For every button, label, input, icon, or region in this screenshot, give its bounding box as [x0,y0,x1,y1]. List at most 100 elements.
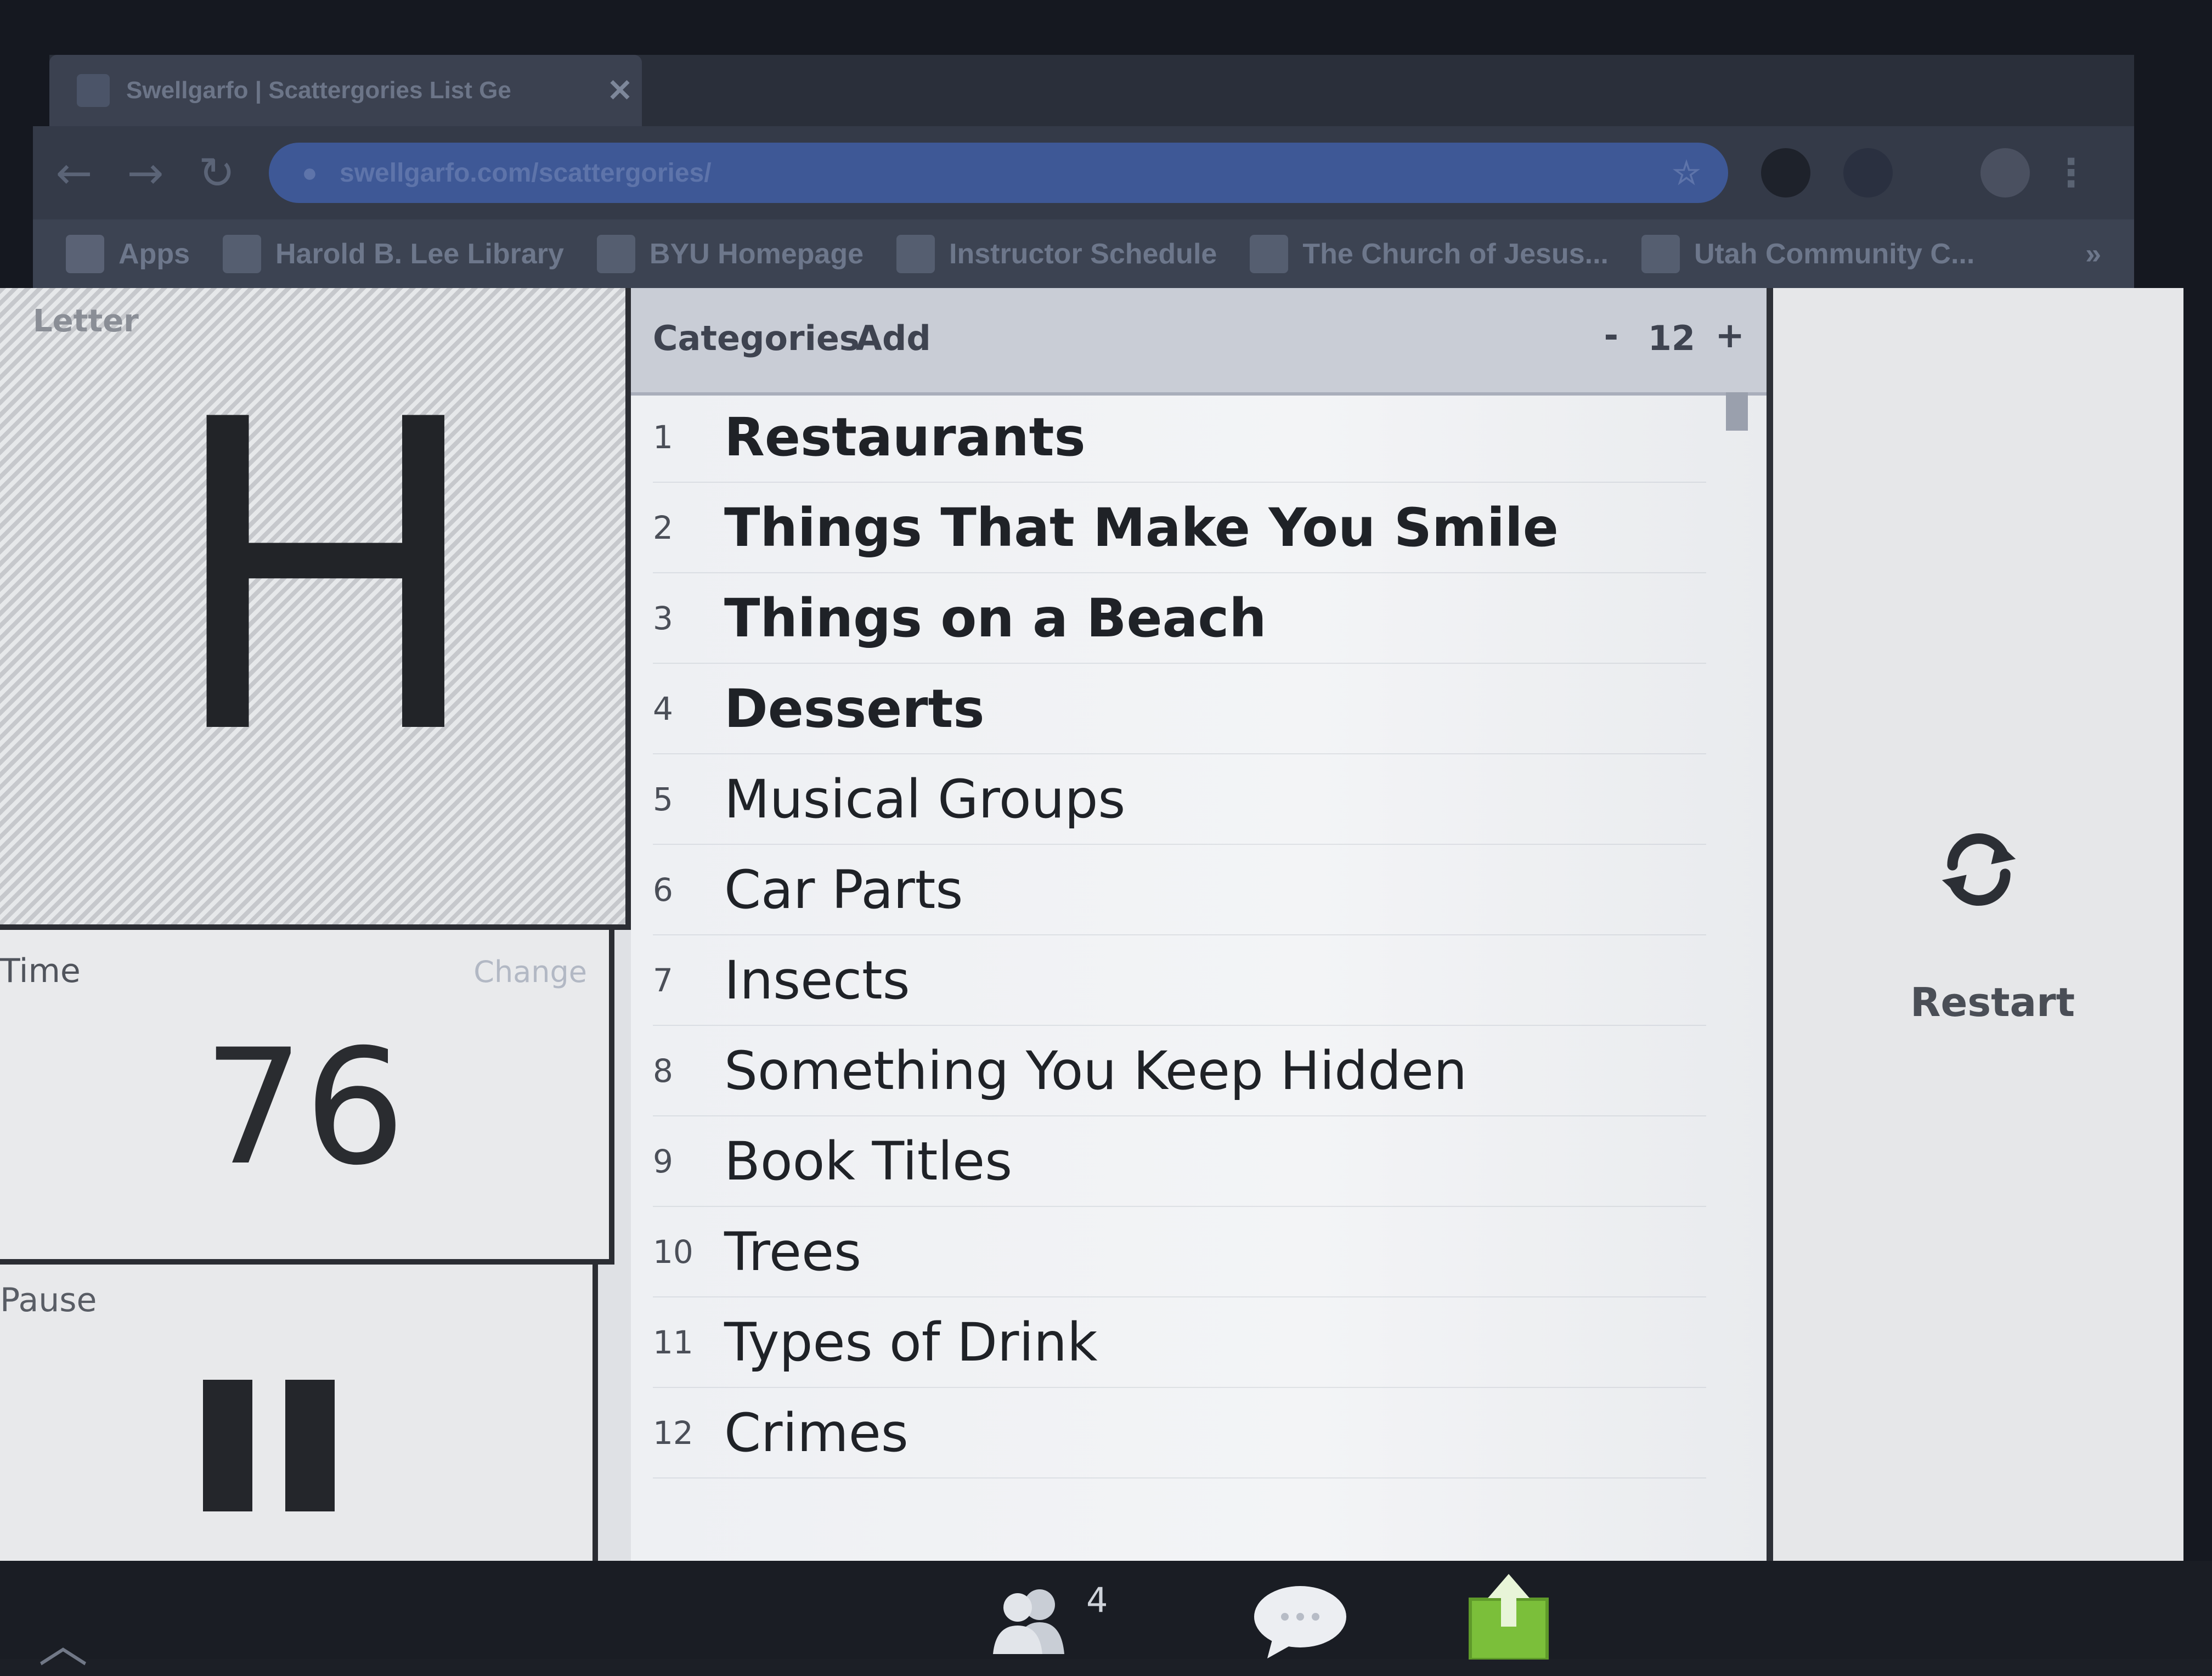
decrease-count-button[interactable]: - [1604,315,1618,356]
screen: Swellgarfo | Scattergories List Ge ✕ ← →… [0,0,2212,1674]
category-number: 9 [653,1142,673,1180]
close-tab-icon[interactable]: ✕ [598,72,642,109]
profile-avatar-icon[interactable] [1980,148,2030,197]
category-number: 12 [653,1414,693,1452]
category-number: 4 [653,690,673,727]
category-number: 7 [653,961,673,999]
forward-arrow-icon[interactable]: → [115,143,176,203]
category-name: Car Parts [724,859,963,921]
extension-shield-icon[interactable] [1843,148,1893,197]
bookmark-label: Apps [119,238,190,270]
library-icon [223,234,261,273]
bookmark-label: The Church of Jesus... [1302,238,1609,270]
share-screen-icon[interactable] [1465,1572,1553,1660]
bookmark-byu-homepage[interactable]: BYU Homepage [596,234,864,273]
browser-tab[interactable]: Swellgarfo | Scattergories List Ge ✕ [49,55,642,126]
tab-title: Swellgarfo | Scattergories List Ge [126,77,511,104]
address-bar[interactable]: ● swellgarfo.com/scattergories/ ☆ [269,143,1728,203]
browser-menu-icon[interactable]: ⋮ [2052,150,2090,195]
bookmarks-overflow-icon[interactable]: » [2085,238,2101,270]
bookmark-church[interactable]: The Church of Jesus... [1250,234,1609,273]
scattergories-app: Letter H Time Change 76 Pause Categories… [0,288,2183,1561]
bookmark-utah-community[interactable]: Utah Community C... [1641,234,1975,273]
category-item[interactable]: 11 Types of Drink [653,1297,1706,1388]
apps-grid-icon [66,234,104,273]
category-item[interactable]: 10 Trees [653,1207,1706,1297]
bookmark-label: Instructor Schedule [949,238,1217,270]
category-number: 6 [653,871,673,908]
pause-panel: Pause [0,1265,598,1561]
scrollbar-thumb[interactable] [1726,392,1748,431]
church-icon [1250,234,1289,273]
browser-tab-strip: Swellgarfo | Scattergories List Ge ✕ [49,55,2134,126]
category-name: Insects [724,949,910,1011]
category-number: 5 [653,780,673,818]
category-name: Trees [724,1221,862,1283]
add-category-button[interactable]: Add [856,318,931,358]
category-item[interactable]: 4 Desserts [653,664,1706,754]
category-name: Something You Keep Hidden [724,1040,1468,1102]
participants-count: 4 [1086,1580,1108,1620]
pause-icon[interactable] [203,1380,335,1511]
category-item[interactable]: 3 Things on a Beach [653,573,1706,664]
category-name: Desserts [724,678,985,740]
category-item[interactable]: 7 Insects [653,935,1706,1026]
category-item[interactable]: 8 Something You Keep Hidden [653,1026,1706,1116]
categories-panel: Categories Add - 12 + 1 Restaurants 2 Thin… [631,288,1773,1561]
categories-title: Categories [653,318,860,358]
bookmark-instructor-schedule[interactable]: Instructor Schedule [896,234,1217,273]
increase-count-button[interactable]: + [1715,315,1745,356]
category-name: Musical Groups [724,768,1126,830]
category-item[interactable]: 9 Book Titles [653,1116,1706,1207]
restart-label[interactable]: Restart [1910,979,2075,1025]
category-name: Book Titles [724,1130,1013,1192]
category-item[interactable]: 6 Car Parts [653,845,1706,935]
category-number: 2 [653,509,673,546]
bookmark-star-icon[interactable]: ☆ [1672,154,1701,191]
category-number: 8 [653,1052,673,1090]
change-time-link[interactable]: Change [473,955,587,989]
time-label: Time [0,952,81,990]
category-number: 1 [653,418,673,456]
bookmarks-bar: Apps Harold B. Lee Library BYU Homepage … [33,219,2134,288]
pause-bar-right [285,1380,335,1511]
credit-union-icon [1641,234,1680,273]
refresh-icon[interactable] [1935,826,2023,913]
category-number: 3 [653,599,673,637]
bookmark-label: Utah Community C... [1694,238,1975,270]
pause-label: Pause [0,1281,97,1319]
y-icon [896,234,935,273]
favicon-icon [77,74,110,107]
bookmark-label: Harold B. Lee Library [275,238,564,270]
category-name: Things That Make You Smile [724,496,1559,558]
reload-icon[interactable]: ↻ [187,143,247,203]
category-item[interactable]: 5 Musical Groups [653,754,1706,845]
category-item[interactable]: 12 Crimes [653,1388,1706,1479]
letter-label: Letter [33,303,139,339]
current-letter: H [165,330,487,828]
bookmark-apps[interactable]: Apps [66,234,190,273]
browser-toolbar: ← → ↻ ● swellgarfo.com/scattergories/ ☆ … [33,126,2134,219]
address-url: swellgarfo.com/scattergories/ [340,158,712,188]
participants-icon[interactable] [988,1583,1070,1654]
bookmark-harold-b-lee-library[interactable]: Harold B. Lee Library [223,234,564,273]
secure-lock-icon: ● [302,158,318,188]
chat-bubble-icon[interactable] [1251,1583,1350,1660]
category-name: Types of Drink [724,1311,1098,1373]
category-count: 12 [1647,318,1695,358]
category-number: 11 [653,1323,693,1361]
meeting-toolbar: ︿ 4 [0,1561,2212,1674]
back-arrow-icon[interactable]: ← [44,143,104,203]
category-item[interactable]: 2 Things That Make You Smile [653,483,1706,573]
categories-header: Categories Add - 12 + [631,288,1767,396]
categories-list: 1 Restaurants 2 Things That Make You Smile… [653,392,1706,1479]
chevron-up-icon[interactable]: ︿ [38,1605,88,1676]
category-item[interactable]: 1 Restaurants [653,392,1706,483]
timer-value: 76 [203,1015,406,1200]
byu-icon [596,234,635,273]
extension-icon[interactable] [1761,148,1810,197]
timer-panel: Time Change 76 [0,930,614,1265]
letter-panel: Letter H [0,288,631,930]
restart-panel[interactable]: Restart [1773,288,2183,1561]
category-name: Things on a Beach [724,587,1267,649]
